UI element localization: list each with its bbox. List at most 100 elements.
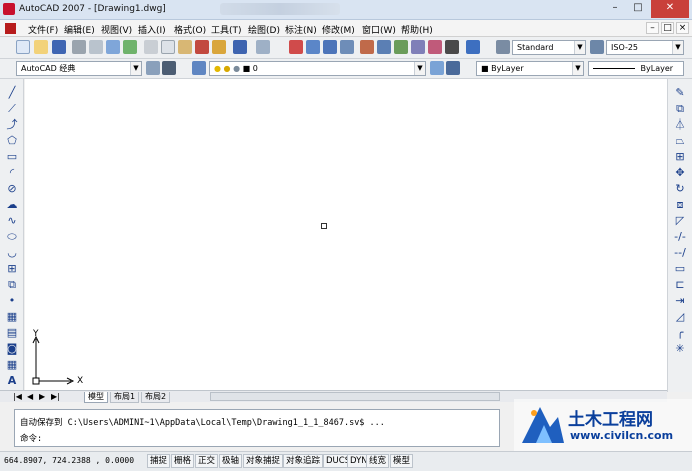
multiline-text-icon[interactable]: A (5, 374, 19, 387)
open-folder-icon[interactable] (34, 40, 48, 54)
calculator-icon[interactable] (445, 40, 459, 54)
layer-previous-icon[interactable] (446, 61, 460, 75)
dim-style-icon[interactable] (590, 40, 604, 54)
construction-line-icon[interactable]: ⟋ (5, 102, 19, 115)
table-icon[interactable]: ▦ (5, 358, 19, 371)
polar-toggle[interactable]: 极轴 (219, 454, 243, 468)
match-properties-icon[interactable] (195, 40, 209, 54)
tab-prev-icon[interactable]: ◀ (24, 392, 36, 403)
layer-manager-icon[interactable] (192, 61, 206, 75)
drawing-area[interactable]: Y X (25, 79, 667, 390)
3d-dwf-icon[interactable] (123, 40, 137, 54)
rotate-icon[interactable]: ↻ (673, 182, 687, 195)
make-block-icon[interactable]: ⧉ (5, 278, 19, 291)
erase-icon[interactable]: ✎ (673, 86, 687, 99)
maximize-button[interactable]: □ (627, 0, 649, 18)
grid-toggle[interactable]: 栅格 (171, 454, 195, 468)
text-style-icon[interactable] (496, 40, 510, 54)
scale-icon[interactable]: ⧈ (673, 198, 687, 211)
zoom-previous-icon[interactable] (340, 40, 354, 54)
my-workspace-icon[interactable] (162, 61, 176, 75)
offset-icon[interactable]: ⏢ (673, 134, 687, 147)
extend-icon[interactable]: --/ (673, 246, 687, 259)
design-center-icon[interactable] (377, 40, 391, 54)
line-icon[interactable]: ╱ (5, 86, 19, 99)
markup-icon[interactable] (428, 40, 442, 54)
explode-icon[interactable]: ✳ (673, 342, 687, 355)
lineweight-toggle[interactable]: 线宽 (366, 454, 390, 468)
join-icon[interactable]: ⇥ (673, 294, 687, 307)
copy-object-icon[interactable]: ⧉ (673, 102, 687, 115)
close-button[interactable]: ✕ (651, 0, 689, 18)
trim-icon[interactable]: -/- (673, 230, 687, 243)
minimize-button[interactable]: – (604, 0, 626, 18)
help-icon[interactable] (466, 40, 480, 54)
ellipse-arc-icon[interactable]: ◡ (5, 246, 19, 259)
print-icon[interactable] (72, 40, 86, 54)
stretch-icon[interactable]: ◸ (673, 214, 687, 227)
arc-icon[interactable]: ◜ (5, 166, 19, 179)
document-icon[interactable] (5, 23, 16, 34)
region-icon[interactable]: ◙ (5, 342, 19, 355)
tab-last-icon[interactable]: ▶| (48, 392, 63, 403)
plot-preview-icon[interactable] (89, 40, 103, 54)
zoom-window-icon[interactable] (323, 40, 337, 54)
spline-icon[interactable]: ∿ (5, 214, 19, 227)
otrack-toggle[interactable]: 对象追踪 (283, 454, 324, 468)
osnap-toggle[interactable]: 对象捕捉 (243, 454, 284, 468)
mdi-close-button[interactable]: × (676, 22, 689, 34)
mirror-icon[interactable]: ⏃ (673, 118, 687, 131)
linetype-select[interactable]: ByLayer (588, 61, 684, 76)
menu-dimension[interactable]: 标注(N) (285, 23, 317, 36)
menu-edit[interactable]: 编辑(E) (64, 23, 95, 36)
ortho-toggle[interactable]: 正交 (195, 454, 219, 468)
menu-draw[interactable]: 绘图(D) (248, 23, 280, 36)
menu-window[interactable]: 窗口(W) (362, 23, 396, 36)
copy-icon[interactable] (161, 40, 175, 54)
revision-cloud-icon[interactable]: ☁ (5, 198, 19, 211)
make-object-layer-current-icon[interactable] (430, 61, 444, 75)
model-toggle[interactable]: 模型 (390, 454, 414, 468)
polyline-icon[interactable]: ⤴ (5, 118, 19, 131)
horizontal-scrollbar[interactable] (210, 392, 500, 401)
rectangle-icon[interactable]: ▭ (5, 150, 19, 163)
undo-icon[interactable] (233, 40, 247, 54)
mdi-minimize-button[interactable]: – (646, 22, 659, 34)
sheet-set-icon[interactable] (411, 40, 425, 54)
move-icon[interactable]: ✥ (673, 166, 687, 179)
tab-layout2[interactable]: 布局2 (141, 392, 171, 403)
point-icon[interactable]: • (5, 294, 19, 307)
tab-model[interactable]: 模型 (84, 392, 108, 403)
menu-modify[interactable]: 修改(M) (322, 23, 355, 36)
menu-format[interactable]: 格式(O) (174, 23, 206, 36)
menu-file[interactable]: 文件(F) (28, 23, 58, 36)
array-icon[interactable]: ⊞ (673, 150, 687, 163)
tab-first-icon[interactable]: |◀ (10, 392, 25, 403)
block-editor-icon[interactable] (212, 40, 226, 54)
break-at-point-icon[interactable]: ▭ (673, 262, 687, 275)
ellipse-icon[interactable]: ⬭ (5, 230, 19, 243)
break-icon[interactable]: ⊏ (673, 278, 687, 291)
circle-icon[interactable]: ⊘ (5, 182, 19, 195)
fillet-icon[interactable]: ╭ (673, 326, 687, 339)
insert-block-icon[interactable]: ⊞ (5, 262, 19, 275)
gradient-icon[interactable]: ▤ (5, 326, 19, 339)
coordinate-readout[interactable]: 664.8907, 724.2388 , 0.0000 (4, 456, 134, 465)
mdi-restore-button[interactable]: □ (661, 22, 674, 34)
cut-icon[interactable] (144, 40, 158, 54)
color-select[interactable]: ■ ByLayer ▼ (476, 61, 584, 76)
menu-help[interactable]: 帮助(H) (401, 23, 433, 36)
tab-layout1[interactable]: 布局1 (110, 392, 140, 403)
workspace-select[interactable]: AutoCAD 经典 ▼ (16, 61, 142, 76)
new-file-icon[interactable] (16, 40, 30, 54)
paste-icon[interactable] (178, 40, 192, 54)
chamfer-icon[interactable]: ◿ (673, 310, 687, 323)
menu-insert[interactable]: 插入(I) (138, 23, 166, 36)
pan-icon[interactable] (289, 40, 303, 54)
tool-palettes-icon[interactable] (394, 40, 408, 54)
menu-tools[interactable]: 工具(T) (211, 23, 242, 36)
command-window[interactable]: 自动保存到 C:\Users\ADMINI~1\AppData\Local\Te… (14, 409, 500, 447)
autocad-app-icon[interactable] (3, 3, 15, 15)
layer-select[interactable]: ● ● ● ■ 0 ▼ (209, 61, 426, 76)
command-prompt[interactable]: 命令: (20, 432, 42, 444)
